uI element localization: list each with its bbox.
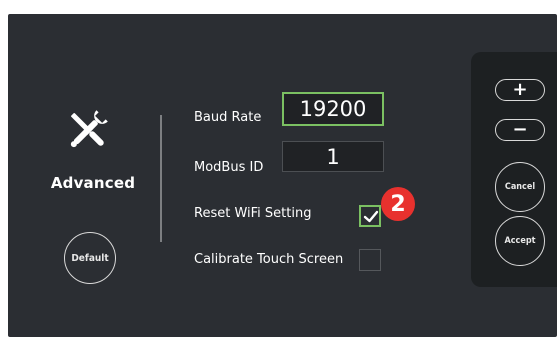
calibrate-touch-checkbox[interactable] bbox=[359, 249, 381, 271]
increment-button[interactable]: + bbox=[495, 79, 545, 101]
cancel-button[interactable]: Cancel bbox=[495, 162, 545, 212]
accept-button[interactable]: Accept bbox=[495, 216, 545, 266]
decrement-button[interactable]: − bbox=[495, 119, 545, 141]
calibrate-touch-label: Calibrate Touch Screen bbox=[194, 252, 344, 267]
default-button[interactable]: Default bbox=[64, 232, 116, 284]
advanced-title: Advanced bbox=[50, 174, 136, 192]
reset-wifi-label: Reset WiFi Setting bbox=[194, 206, 312, 221]
modbus-id-field[interactable]: 1 bbox=[282, 141, 384, 172]
reset-wifi-checkbox[interactable] bbox=[359, 205, 381, 227]
baud-rate-field[interactable]: 19200 bbox=[282, 92, 384, 126]
step-badge: 2 bbox=[381, 187, 415, 221]
action-panel: + − Cancel Accept bbox=[471, 52, 557, 287]
baud-rate-label: Baud Rate bbox=[194, 110, 262, 125]
tools-icon bbox=[64, 106, 112, 154]
advanced-settings-screen: Advanced Default Baud Rate 19200 ModBus … bbox=[8, 14, 557, 337]
checkmark-icon bbox=[363, 210, 379, 223]
vertical-divider bbox=[160, 115, 162, 242]
device-frame: Advanced Default Baud Rate 19200 ModBus … bbox=[0, 0, 557, 337]
modbus-id-label: ModBus ID bbox=[194, 160, 264, 175]
